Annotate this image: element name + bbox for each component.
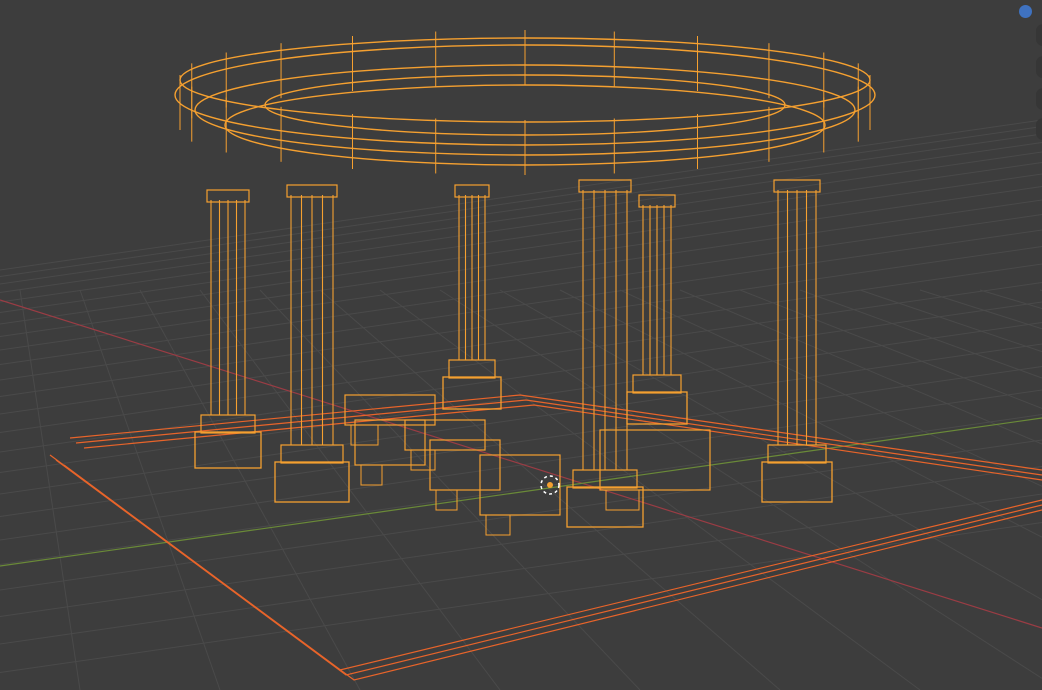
column-plinth [761, 461, 833, 503]
pan-button[interactable] [1036, 56, 1042, 78]
column-base [280, 444, 344, 464]
camera-view-button[interactable] [1036, 88, 1042, 110]
grid-line [0, 151, 1042, 303]
bench-leg [360, 464, 383, 486]
base-edge [49, 454, 1042, 671]
grid-line [0, 522, 1042, 673]
grid-line [859, 289, 1042, 353]
grid-line [0, 263, 1042, 415]
3d-viewport[interactable] [0, 0, 1042, 690]
grid-line [139, 289, 361, 690]
base-edge [83, 404, 1042, 481]
bench [429, 439, 501, 491]
perspective-toggle-button[interactable] [1036, 118, 1042, 140]
grid-line [0, 119, 1042, 271]
x-axis-line [0, 299, 1042, 629]
3d-cursor-center[interactable] [547, 482, 553, 488]
grid-line [619, 289, 1042, 487]
floor-grid [0, 119, 1042, 690]
y-axis-line [0, 417, 1042, 567]
grid-line [919, 289, 1042, 330]
grid-line [739, 289, 1042, 409]
grid-line [0, 389, 1042, 541]
base-edge [63, 464, 1042, 681]
grid-line [0, 343, 1042, 495]
navigation-gizmo-icon[interactable] [1019, 5, 1032, 18]
grid-line [979, 289, 1042, 309]
zoom-button[interactable] [1036, 24, 1042, 46]
grid-line [0, 199, 1042, 351]
entablature-ring-object[interactable] [174, 30, 876, 175]
grid-line [799, 289, 1042, 379]
grid-line [0, 126, 1042, 277]
grid-line [0, 322, 1042, 473]
wireframe-scene[interactable] [0, 0, 1042, 690]
grid-line [0, 493, 1042, 645]
grid-line [439, 289, 1042, 679]
